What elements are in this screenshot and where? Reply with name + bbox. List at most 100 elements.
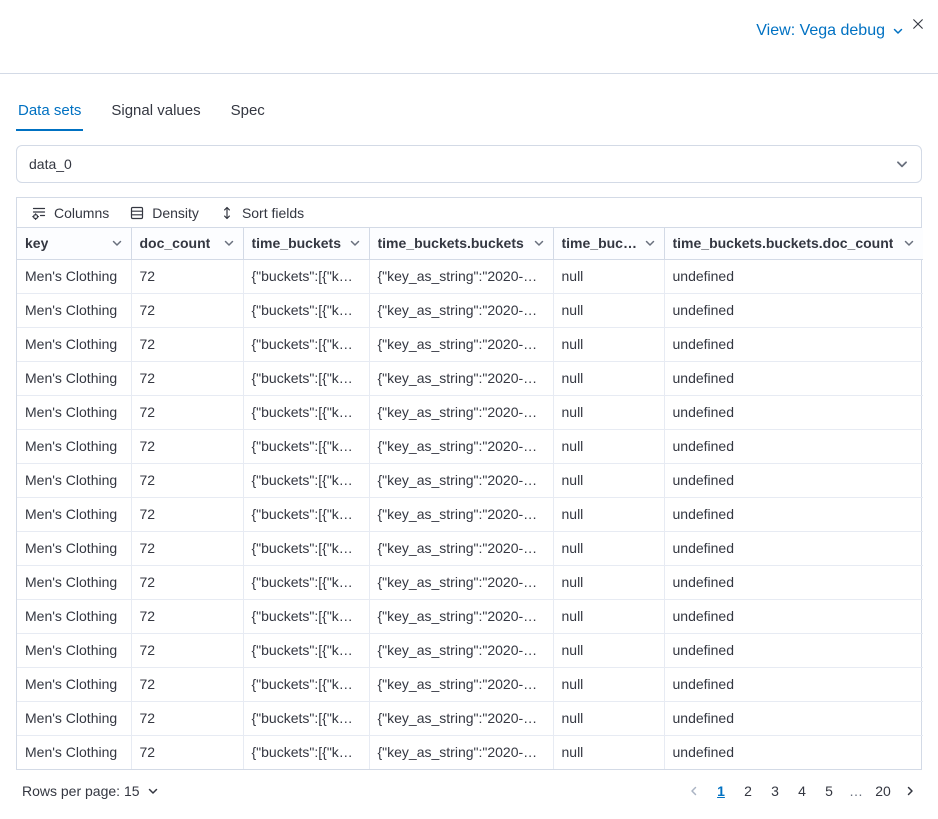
table-cell[interactable]: {"key_as_string":"2020-… [369,531,553,565]
table-cell[interactable]: Men's Clothing [17,735,131,769]
table-cell[interactable]: Men's Clothing [17,531,131,565]
table-cell[interactable]: {"key_as_string":"2020-… [369,701,553,735]
pagination-next-icon[interactable] [898,779,922,803]
rows-per-page-button[interactable]: Rows per page: 15 [16,782,165,800]
dataset-select[interactable]: data_0 [16,145,922,183]
table-cell[interactable]: 72 [131,531,243,565]
table-cell[interactable]: undefined [664,565,923,599]
tab-spec[interactable]: Spec [229,102,267,131]
table-cell[interactable]: {"key_as_string":"2020-… [369,497,553,531]
table-cell[interactable]: Men's Clothing [17,259,131,293]
table-cell[interactable]: {"buckets":[{"k… [243,293,369,327]
table-cell[interactable]: null [553,565,664,599]
table-cell[interactable]: null [553,633,664,667]
table-cell[interactable]: undefined [664,531,923,565]
table-cell[interactable]: undefined [664,667,923,701]
column-header-time-buckets[interactable]: time_buckets [243,228,369,259]
table-cell[interactable]: 72 [131,395,243,429]
table-cell[interactable]: null [553,497,664,531]
table-cell[interactable]: {"buckets":[{"k… [243,259,369,293]
table-cell[interactable]: 72 [131,259,243,293]
table-cell[interactable]: {"key_as_string":"2020-… [369,395,553,429]
table-cell[interactable]: 72 [131,497,243,531]
pagination-page-2[interactable]: 2 [736,779,760,803]
table-cell[interactable]: 72 [131,463,243,497]
column-header-time-buckets-buckets[interactable]: time_buckets.buckets [369,228,553,259]
table-cell[interactable]: null [553,463,664,497]
table-cell[interactable]: {"key_as_string":"2020-… [369,667,553,701]
columns-button[interactable]: Columns [25,203,115,223]
table-cell[interactable]: Men's Clothing [17,497,131,531]
table-cell[interactable]: null [553,259,664,293]
table-cell[interactable]: undefined [664,633,923,667]
table-cell[interactable]: {"buckets":[{"k… [243,497,369,531]
column-header-key[interactable]: key [17,228,131,259]
table-cell[interactable]: {"key_as_string":"2020-… [369,735,553,769]
table-cell[interactable]: undefined [664,701,923,735]
table-cell[interactable]: undefined [664,361,923,395]
density-button[interactable]: Density [123,203,205,223]
sort-fields-button[interactable]: Sort fields [213,203,310,223]
table-cell[interactable]: undefined [664,497,923,531]
table-cell[interactable]: 72 [131,565,243,599]
column-header-time-buck[interactable]: time_buck… [553,228,664,259]
table-cell[interactable]: null [553,735,664,769]
table-cell[interactable]: 72 [131,701,243,735]
table-cell[interactable]: {"buckets":[{"k… [243,599,369,633]
pagination-page-1[interactable]: 1 [709,779,733,803]
table-cell[interactable]: {"key_as_string":"2020-… [369,633,553,667]
pagination-page-4[interactable]: 4 [790,779,814,803]
table-cell[interactable]: {"key_as_string":"2020-… [369,463,553,497]
table-cell[interactable]: 72 [131,429,243,463]
table-cell[interactable]: {"key_as_string":"2020-… [369,429,553,463]
table-cell[interactable]: Men's Clothing [17,667,131,701]
table-cell[interactable]: {"key_as_string":"2020-… [369,259,553,293]
table-cell[interactable]: undefined [664,429,923,463]
table-cell[interactable]: null [553,327,664,361]
table-cell[interactable]: null [553,599,664,633]
table-cell[interactable]: {"buckets":[{"k… [243,667,369,701]
table-cell[interactable]: Men's Clothing [17,599,131,633]
table-cell[interactable]: {"buckets":[{"k… [243,701,369,735]
table-cell[interactable]: Men's Clothing [17,701,131,735]
column-header-doc-count[interactable]: doc_count [131,228,243,259]
table-cell[interactable]: {"key_as_string":"2020-… [369,599,553,633]
table-cell[interactable]: {"key_as_string":"2020-… [369,293,553,327]
table-cell[interactable]: undefined [664,599,923,633]
table-cell[interactable]: {"buckets":[{"k… [243,395,369,429]
table-cell[interactable]: undefined [664,259,923,293]
table-cell[interactable]: null [553,293,664,327]
table-cell[interactable]: {"buckets":[{"k… [243,463,369,497]
table-cell[interactable]: Men's Clothing [17,429,131,463]
table-cell[interactable]: null [553,667,664,701]
table-cell[interactable]: null [553,701,664,735]
table-cell[interactable]: undefined [664,327,923,361]
table-cell[interactable]: Men's Clothing [17,361,131,395]
table-cell[interactable]: Men's Clothing [17,633,131,667]
table-cell[interactable]: 72 [131,361,243,395]
table-cell[interactable]: undefined [664,293,923,327]
table-cell[interactable]: {"key_as_string":"2020-… [369,565,553,599]
table-cell[interactable]: null [553,395,664,429]
view-selector-button[interactable]: View: Vega debug [750,21,910,41]
table-cell[interactable]: undefined [664,395,923,429]
table-cell[interactable]: Men's Clothing [17,463,131,497]
table-cell[interactable]: Men's Clothing [17,565,131,599]
table-cell[interactable]: 72 [131,599,243,633]
table-cell[interactable]: 72 [131,293,243,327]
table-cell[interactable]: undefined [664,735,923,769]
table-cell[interactable]: 72 [131,327,243,361]
table-cell[interactable]: undefined [664,463,923,497]
table-cell[interactable]: Men's Clothing [17,293,131,327]
table-cell[interactable]: null [553,531,664,565]
tab-signal-values[interactable]: Signal values [109,102,202,131]
pagination-page-20[interactable]: 20 [871,779,895,803]
table-cell[interactable]: 72 [131,735,243,769]
table-cell[interactable]: {"buckets":[{"k… [243,633,369,667]
table-cell[interactable]: {"key_as_string":"2020-… [369,361,553,395]
table-cell[interactable]: null [553,361,664,395]
table-cell[interactable]: {"buckets":[{"k… [243,531,369,565]
tab-data-sets[interactable]: Data sets [16,102,83,131]
table-cell[interactable]: {"buckets":[{"k… [243,327,369,361]
table-cell[interactable]: Men's Clothing [17,395,131,429]
